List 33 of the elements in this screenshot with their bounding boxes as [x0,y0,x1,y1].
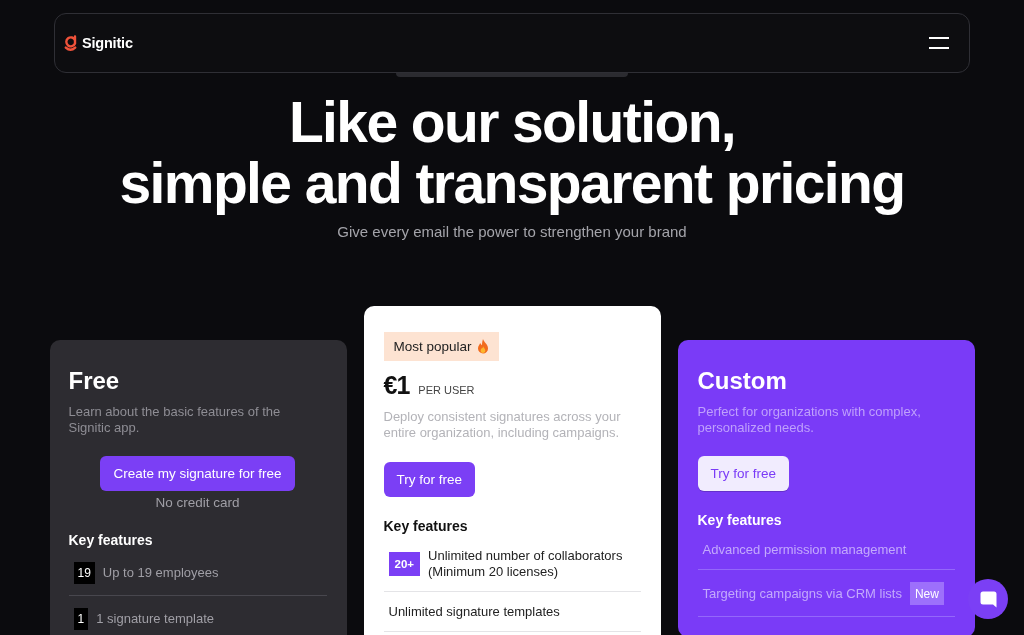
new-tag: New [909,582,944,605]
brand-name[interactable]: Signitic [82,35,133,51]
hero-title: Like our solution, simple and transparent pricing [119,92,905,214]
flame-icon [476,339,489,354]
plan-description: Learn about the basic features of the Signitic app. [68,404,282,436]
feature-text: 1 signature template [96,611,214,627]
feature-text: Targeting campaigns via CRM lists [702,585,902,602]
count-badge: 20+ [388,552,420,576]
cta-button[interactable]: Try for free [697,456,789,491]
hero-subtitle: Give every email the power to strengthen your brand [337,222,687,242]
plan-description: Perfect for organizations with complex, personalized needs. [697,404,922,436]
cta-button[interactable]: Try for free [383,462,475,497]
feature-text: Advanced permission management [702,542,907,558]
features-heading: Key features [68,531,153,550]
count-badge: 19 [73,562,95,584]
price-unit: PER USER [418,384,475,396]
tag-label: Most popular [393,339,472,354]
menu-icon[interactable] [929,37,949,49]
plan-title: Free [68,367,120,395]
features-heading: Key features [697,511,782,530]
cta-button[interactable]: Create my signature for free [100,456,295,491]
chat-bubble-icon [979,590,997,608]
plan-title: Custom [697,367,787,395]
feature-text: Up to 19 employees [102,565,219,581]
button-note: No credit card [155,495,240,511]
features-heading: Key features [383,517,468,536]
chat-button[interactable] [968,579,1008,619]
price: €1 [383,373,410,397]
plan-description: Deploy consistent signatures across your entire organization, including campaigns. [383,409,622,441]
feature-text: Unlimited signature templates [388,604,560,620]
feature-text: Unlimited number of collaborators (Minimum 20 licenses) [428,548,624,580]
logo-icon [64,34,77,52]
count-badge: 1 [73,608,89,630]
